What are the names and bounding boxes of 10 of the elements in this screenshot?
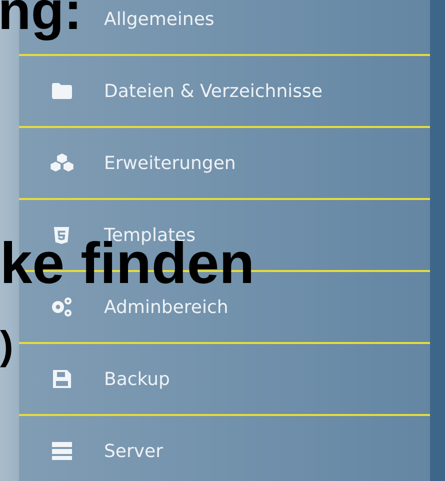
- menu-item[interactable]: Dateien & Verzeichnisse: [104, 80, 322, 102]
- menu-item[interactable]: Backup: [104, 368, 170, 390]
- menu-item[interactable]: Erweiterungen: [104, 152, 236, 174]
- menu-item[interactable]: Allgemeines: [104, 8, 214, 30]
- server-icon: [50, 441, 72, 461]
- overlay-heading-text: ): [0, 326, 14, 366]
- menu-item[interactable]: Adminbereich: [104, 296, 228, 318]
- folder-icon: [50, 82, 72, 100]
- menu-item[interactable]: Server: [104, 440, 164, 462]
- cubes-icon: [48, 152, 76, 174]
